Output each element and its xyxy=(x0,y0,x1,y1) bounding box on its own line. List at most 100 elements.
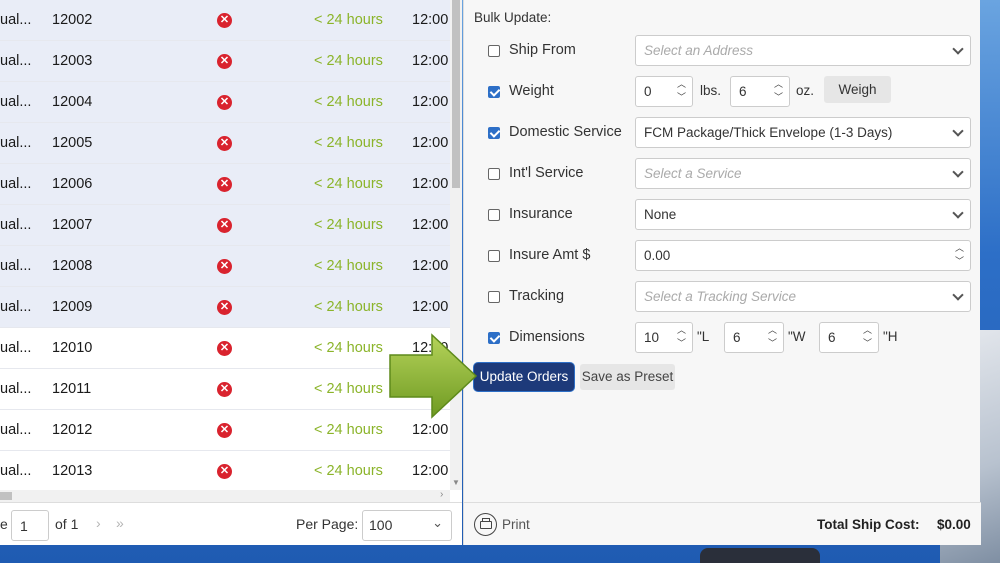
order-age-cell: < 24 hours xyxy=(314,94,383,110)
table-row[interactable]: ual... 12010 ✕ < 24 hours 12:00 xyxy=(0,328,450,369)
length-stepper-icon[interactable]: ︿ ﹀ xyxy=(677,324,687,350)
order-name-cell: ual... xyxy=(0,299,32,315)
chevron-down-icon xyxy=(952,125,964,137)
page-number-input[interactable] xyxy=(11,510,49,541)
chevron-down-icon xyxy=(952,166,964,178)
bulk-update-footer: Print Total Ship Cost: $0.00 xyxy=(464,502,981,545)
per-page-label: Per Page: xyxy=(296,516,359,532)
order-age-cell: < 24 hours xyxy=(314,258,383,274)
insure-amount-checkbox[interactable] xyxy=(488,250,500,262)
weight-lbs-value: 0 xyxy=(644,84,652,99)
tracking-select[interactable]: Select a Tracking Service xyxy=(635,281,971,312)
ship-from-placeholder: Select an Address xyxy=(644,43,754,58)
order-time-cell: 12:00 xyxy=(412,299,449,315)
save-as-preset-button[interactable]: Save as Preset xyxy=(580,364,675,390)
insure-amount-stepper-icon[interactable]: ︿ ﹀ xyxy=(955,242,965,268)
dimensions-checkbox[interactable] xyxy=(488,332,500,344)
order-id-cell: 12013 xyxy=(52,463,93,479)
width-stepper-icon[interactable]: ︿ ﹀ xyxy=(768,324,778,350)
x-circle-icon: ✕ xyxy=(217,95,232,110)
table-row[interactable]: ual... 12005 ✕ < 24 hours 12:00 xyxy=(0,123,450,164)
last-page-icon[interactable]: » xyxy=(116,515,124,531)
table-row[interactable]: ual...12011✕< 24 hours12:00 xyxy=(0,369,450,410)
order-name-cell: ual... xyxy=(0,12,32,28)
domestic-service-label: Domestic Service xyxy=(509,124,622,140)
table-row[interactable]: ual... 12012 ✕ < 24 hours 12:00 xyxy=(0,410,450,451)
x-circle-icon: ✕ xyxy=(217,54,232,69)
height-stepper-icon[interactable]: ︿ ﹀ xyxy=(863,324,873,350)
scroll-down-icon[interactable]: ▼ xyxy=(452,478,460,487)
order-age-cell: < 24 hours xyxy=(314,299,383,315)
update-orders-button[interactable]: Update Orders xyxy=(474,363,574,391)
order-name-cell: ual... xyxy=(0,463,32,479)
insurance-checkbox[interactable] xyxy=(488,209,500,221)
order-id-cell: 12004 xyxy=(52,94,93,110)
ship-from-checkbox[interactable] xyxy=(488,45,500,57)
scroll-right-icon[interactable]: › xyxy=(440,489,443,500)
lbs-stepper-icon[interactable]: ︿ ﹀ xyxy=(677,78,687,104)
horizontal-scrollbar[interactable]: › xyxy=(0,489,450,502)
domestic-service-select[interactable]: FCM Package/Thick Envelope (1-3 Days) xyxy=(635,117,971,148)
weight-oz-input[interactable]: 6 ︿ ﹀ xyxy=(730,76,790,107)
dimensions-label: Dimensions xyxy=(509,329,585,345)
weight-lbs-input[interactable]: 0 ︿ ﹀ xyxy=(635,76,693,107)
table-row[interactable]: ual... 12002 ✕ < 24 hours 12:00 xyxy=(0,0,450,41)
background-plane-engine xyxy=(700,548,820,563)
insure-amount-input[interactable]: 0.00 ︿ ﹀ xyxy=(635,240,971,271)
order-age-cell: < 24 hours xyxy=(314,340,383,356)
tracking-row: Tracking Select a Tracking Service xyxy=(464,277,981,318)
order-id-cell: 12011 xyxy=(52,381,92,397)
insurance-select[interactable]: None xyxy=(635,199,971,230)
oz-unit: oz. xyxy=(796,83,815,98)
x-circle-icon: ✕ xyxy=(217,423,232,438)
page-count-label: of 1 xyxy=(55,516,79,532)
chevron-down-icon xyxy=(952,207,964,219)
length-input[interactable]: 10 ︿ ﹀ xyxy=(635,322,693,353)
pagination-bar: e of 1 › » Per Page: 100 ⌄ xyxy=(0,502,462,545)
height-unit: "H xyxy=(883,329,898,344)
intl-service-select[interactable]: Select a Service xyxy=(635,158,971,189)
total-ship-cost-value: $0.00 xyxy=(937,517,971,532)
printer-icon[interactable] xyxy=(474,513,497,536)
height-value: 6 xyxy=(828,330,836,345)
oz-stepper-icon[interactable]: ︿ ﹀ xyxy=(774,78,784,104)
order-age-cell: < 24 hours xyxy=(314,176,383,192)
insurance-value: None xyxy=(644,207,677,222)
table-row[interactable]: ual... 12007 ✕ < 24 hours 12:00 xyxy=(0,205,450,246)
order-name-cell: ual... xyxy=(0,340,32,356)
domestic-service-checkbox[interactable] xyxy=(488,127,500,139)
table-row[interactable]: ual... 12004 ✕ < 24 hours 12:00 xyxy=(0,82,450,123)
print-link[interactable]: Print xyxy=(502,517,530,532)
intl-service-checkbox[interactable] xyxy=(488,168,500,180)
weight-checkbox[interactable] xyxy=(488,86,500,98)
vertical-scrollbar-thumb[interactable] xyxy=(452,0,460,188)
table-row[interactable]: ual... 12013 ✕ < 24 hours 12:00 xyxy=(0,451,450,490)
order-name-cell: ual... xyxy=(0,94,32,110)
per-page-select[interactable]: 100 ⌄ xyxy=(362,510,452,541)
next-page-icon[interactable]: › xyxy=(96,515,101,531)
order-time-cell: 12:00 xyxy=(412,135,449,151)
order-age-cell: < 24 hours xyxy=(314,381,383,397)
table-row[interactable]: ual... 12009 ✕ < 24 hours 12:00 xyxy=(0,287,450,328)
ship-from-label: Ship From xyxy=(509,42,576,58)
order-time-cell: 12:00 xyxy=(412,94,449,110)
table-row[interactable]: ual... 12008 ✕ < 24 hours 12:00 xyxy=(0,246,450,287)
order-age-cell: < 24 hours xyxy=(314,422,383,438)
total-ship-cost-label: Total Ship Cost: xyxy=(817,517,920,532)
order-name-cell: ual... xyxy=(0,217,32,233)
weigh-button[interactable]: Weigh xyxy=(824,76,891,103)
bulk-update-panel: Bulk Update: Ship From Select an Address… xyxy=(463,0,981,545)
order-id-cell: 12009 xyxy=(52,299,93,315)
ship-from-select[interactable]: Select an Address xyxy=(635,35,971,66)
insure-amount-row: Insure Amt $ 0.00 ︿ ﹀ xyxy=(464,236,981,277)
per-page-value: 100 xyxy=(369,517,393,533)
bulk-update-title: Bulk Update: xyxy=(474,10,552,25)
horizontal-scrollbar-thumb[interactable] xyxy=(0,492,12,500)
width-input[interactable]: 6 ︿ ﹀ xyxy=(724,322,784,353)
table-row[interactable]: ual... 12003 ✕ < 24 hours 12:00 xyxy=(0,41,450,82)
table-row[interactable]: ual... 12006 ✕ < 24 hours 12:00 xyxy=(0,164,450,205)
tracking-checkbox[interactable] xyxy=(488,291,500,303)
order-time-cell: 12:00 xyxy=(412,53,449,69)
height-input[interactable]: 6 ︿ ﹀ xyxy=(819,322,879,353)
green-arrow-icon xyxy=(389,333,478,419)
